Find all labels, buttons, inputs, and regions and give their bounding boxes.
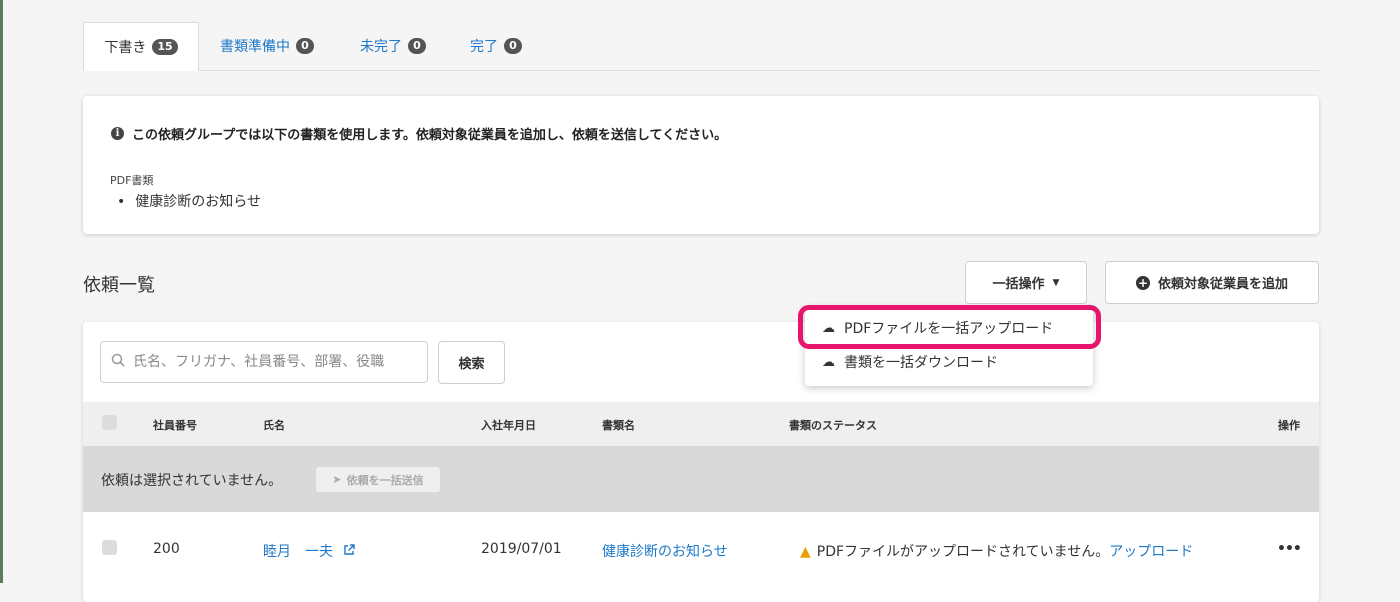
header-name: 氏名 xyxy=(263,419,285,432)
search-box xyxy=(100,341,428,383)
header-employee-no: 社員番号 xyxy=(153,419,197,432)
tab-label: 完了 xyxy=(470,39,498,55)
hire-date: 2019/07/01 xyxy=(481,541,562,557)
tab-preparing[interactable]: 書類準備中 0 xyxy=(220,22,314,70)
upload-link[interactable]: アップロード xyxy=(1109,544,1193,560)
status-tabs: 下書き 15 書類準備中 0 未完了 0 完了 0 xyxy=(83,22,1319,71)
search-button-label: 検索 xyxy=(458,357,485,372)
info-icon: i xyxy=(111,127,124,140)
search-icon xyxy=(111,353,125,371)
count-badge: 0 xyxy=(408,38,426,54)
menu-item-label: PDFファイルを一括アップロード xyxy=(844,321,1054,337)
add-employee-button[interactable]: + 依頼対象従業員を追加 xyxy=(1105,261,1319,304)
cloud-upload-icon: ☁ xyxy=(822,320,835,336)
row-checkbox[interactable] xyxy=(102,540,117,555)
window-edge xyxy=(0,0,3,583)
document-name: 健康診断のお知らせ xyxy=(135,194,261,210)
menu-item-label: 書類を一括ダウンロード xyxy=(844,355,998,371)
request-list-title: 依頼一覧 xyxy=(83,275,155,296)
header-document: 書類名 xyxy=(602,419,635,432)
add-employee-label: 依頼対象従業員を追加 xyxy=(1157,277,1288,292)
select-all-checkbox[interactable] xyxy=(102,415,117,430)
bulk-actions-button[interactable]: 一括操作 ▼ xyxy=(965,261,1087,304)
search-button[interactable]: 検索 xyxy=(438,341,505,384)
external-link-icon xyxy=(343,544,356,560)
info-message-text: この依頼グループでは以下の書類を使用します。依頼対象従業員を追加し、依頼を送信し… xyxy=(132,128,728,143)
tab-label: 下書き xyxy=(104,39,147,56)
cloud-download-icon: ☁ xyxy=(822,354,835,370)
search-input[interactable] xyxy=(131,353,415,371)
tab-complete[interactable]: 完了 0 xyxy=(470,22,522,70)
tab-draft[interactable]: 下書き 15 xyxy=(83,22,199,71)
bulk-send-button[interactable]: ➤ 依頼を一括送信 xyxy=(316,467,440,492)
plus-circle-icon: + xyxy=(1135,275,1150,290)
more-actions-icon[interactable]: ••• xyxy=(1277,541,1302,557)
count-badge: 0 xyxy=(504,38,522,54)
request-table-card: 検索 社員番号 氏名 入社年月日 書類名 書類のステータス 操作 依頼は選択され… xyxy=(83,322,1319,602)
bulk-actions-menu: ☁ PDFファイルを一括アップロード ☁ 書類を一括ダウンロード xyxy=(805,306,1093,386)
tab-incomplete[interactable]: 未完了 0 xyxy=(360,22,426,70)
bulk-send-label: 依頼を一括送信 xyxy=(346,473,424,487)
document-link[interactable]: 健康診断のお知らせ xyxy=(602,541,728,561)
header-actions: 操作 xyxy=(1278,419,1300,432)
tab-label: 未完了 xyxy=(360,39,402,55)
warning-icon: ▲ xyxy=(800,544,811,560)
caret-down-icon: ▼ xyxy=(1052,277,1060,288)
status-text: PDFファイルがアップロードされていません。 xyxy=(816,544,1110,560)
document-list-item: 健康診断のお知らせ xyxy=(117,191,261,211)
menu-item-bulk-download[interactable]: ☁ 書類を一括ダウンロード xyxy=(822,352,998,372)
document-info-card: i この依頼グループでは以下の書類を使用します。依頼対象従業員を追加し、依頼を送… xyxy=(83,96,1319,234)
status-cell: ▲ PDFファイルがアップロードされていません。アップロード xyxy=(800,541,1193,561)
employee-no: 200 xyxy=(153,541,180,557)
bulk-actions-label: 一括操作 xyxy=(992,277,1045,292)
header-status: 書類のステータス xyxy=(789,419,877,432)
count-badge: 15 xyxy=(152,38,178,55)
employee-name: 睦月 一夫 xyxy=(263,544,333,560)
header-hire-date: 入社年月日 xyxy=(481,419,536,432)
no-selection-message: 依頼は選択されていません。 xyxy=(101,473,283,489)
selection-bar: 依頼は選択されていません。 ➤ 依頼を一括送信 xyxy=(83,446,1319,512)
send-icon: ➤ xyxy=(332,473,342,486)
table-header: 社員番号 氏名 入社年月日 書類名 書類のステータス 操作 xyxy=(83,402,1319,446)
pdf-documents-label: PDF書類 xyxy=(110,174,154,187)
employee-name-link[interactable]: 睦月 一夫 xyxy=(263,541,356,561)
tab-label: 書類準備中 xyxy=(220,39,290,55)
info-message: i この依頼グループでは以下の書類を使用します。依頼対象従業員を追加し、依頼を送… xyxy=(111,124,727,143)
count-badge: 0 xyxy=(296,38,314,54)
menu-item-bulk-upload[interactable]: ☁ PDFファイルを一括アップロード xyxy=(822,318,1053,338)
table-row: 200 睦月 一夫 2019/07/01 健康診断のお知らせ ▲ PDFファイルが… xyxy=(83,512,1319,588)
